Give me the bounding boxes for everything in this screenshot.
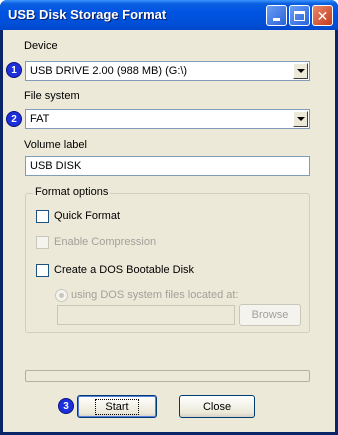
format-options-label: Format options xyxy=(33,186,111,198)
browse-button-label: Browse xyxy=(251,309,289,321)
close-button[interactable]: Close xyxy=(179,395,255,418)
close-window-button[interactable]: ✕ xyxy=(312,5,333,26)
device-select[interactable]: USB DRIVE 2.00 (988 MB) (G:\) xyxy=(25,61,310,81)
enable-compression-checkbox[interactable] xyxy=(36,236,49,249)
minimize-icon xyxy=(273,18,280,21)
volume-label-input[interactable]: USB DISK xyxy=(25,156,310,176)
quick-format-label[interactable]: Quick Format xyxy=(54,210,120,222)
minimize-button[interactable] xyxy=(266,5,287,26)
device-dropdown-button[interactable] xyxy=(293,63,308,79)
file-system-dropdown-button[interactable] xyxy=(293,111,308,127)
chevron-down-icon xyxy=(296,69,305,73)
browse-button[interactable]: Browse xyxy=(239,304,301,326)
close-icon: ✕ xyxy=(316,7,329,24)
start-button-label: Start xyxy=(95,398,139,415)
file-system-select[interactable]: FAT xyxy=(25,109,310,129)
close-button-label: Close xyxy=(202,400,232,413)
volume-label-value: USB DISK xyxy=(30,160,82,172)
step-1-badge: 1 xyxy=(6,62,22,78)
chevron-down-icon xyxy=(296,117,305,121)
dos-source-radio[interactable] xyxy=(55,289,68,302)
volume-label-label: Volume label xyxy=(24,139,87,151)
device-label: Device xyxy=(24,40,58,52)
dos-bootable-checkbox[interactable] xyxy=(36,264,49,277)
window-title: USB Disk Storage Format xyxy=(8,7,167,22)
maximize-icon xyxy=(294,10,305,21)
dos-source-label: using DOS system files located at: xyxy=(71,289,239,301)
device-select-value: USB DRIVE 2.00 (988 MB) (G:\) xyxy=(30,65,188,77)
step-3-badge: 3 xyxy=(58,398,74,414)
format-dialog-window: USB Disk Storage Format ✕ Device 1 USB D… xyxy=(0,0,338,435)
file-system-select-value: FAT xyxy=(30,113,50,125)
dialog-body: Device 1 USB DRIVE 2.00 (988 MB) (G:\) F… xyxy=(3,30,335,432)
start-button[interactable]: Start xyxy=(77,395,157,418)
title-bar[interactable]: USB Disk Storage Format ✕ xyxy=(0,0,338,30)
maximize-button[interactable] xyxy=(289,5,310,26)
step-2-badge: 2 xyxy=(6,111,22,127)
enable-compression-label: Enable Compression xyxy=(54,236,157,248)
dos-source-path-input[interactable] xyxy=(57,305,235,325)
format-progress-bar xyxy=(25,370,310,382)
dos-bootable-label[interactable]: Create a DOS Bootable Disk xyxy=(54,264,194,276)
radio-dot-icon xyxy=(59,293,64,298)
file-system-label: File system xyxy=(24,90,80,102)
quick-format-checkbox[interactable] xyxy=(36,210,49,223)
